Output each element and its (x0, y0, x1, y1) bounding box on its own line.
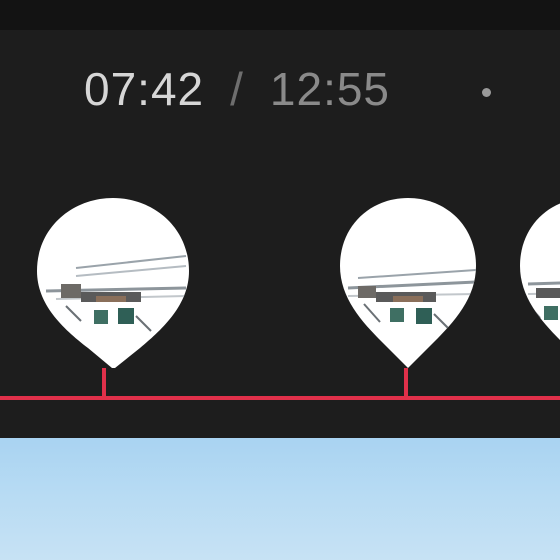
timeline-marker-2[interactable] (338, 196, 492, 371)
waypoint-thumbnail-icon (37, 198, 189, 368)
marker-stem-1 (102, 368, 106, 398)
timeline-marker-3[interactable] (518, 196, 560, 371)
top-toolbar-strip (0, 0, 560, 30)
playback-timecode: 07:42 / 12:55 (84, 62, 390, 116)
video-preview-sky (0, 438, 560, 560)
status-dot-icon (482, 88, 491, 97)
waypoint-thumbnail-icon (340, 198, 476, 368)
marker-stem-2 (404, 368, 408, 398)
total-duration: 12:55 (269, 63, 391, 115)
time-separator: / (230, 63, 244, 115)
current-time: 07:42 (84, 63, 205, 115)
timeline-marker-1[interactable] (36, 196, 190, 371)
timeline-track[interactable] (0, 396, 560, 400)
waypoint-thumbnail-icon (520, 203, 560, 340)
